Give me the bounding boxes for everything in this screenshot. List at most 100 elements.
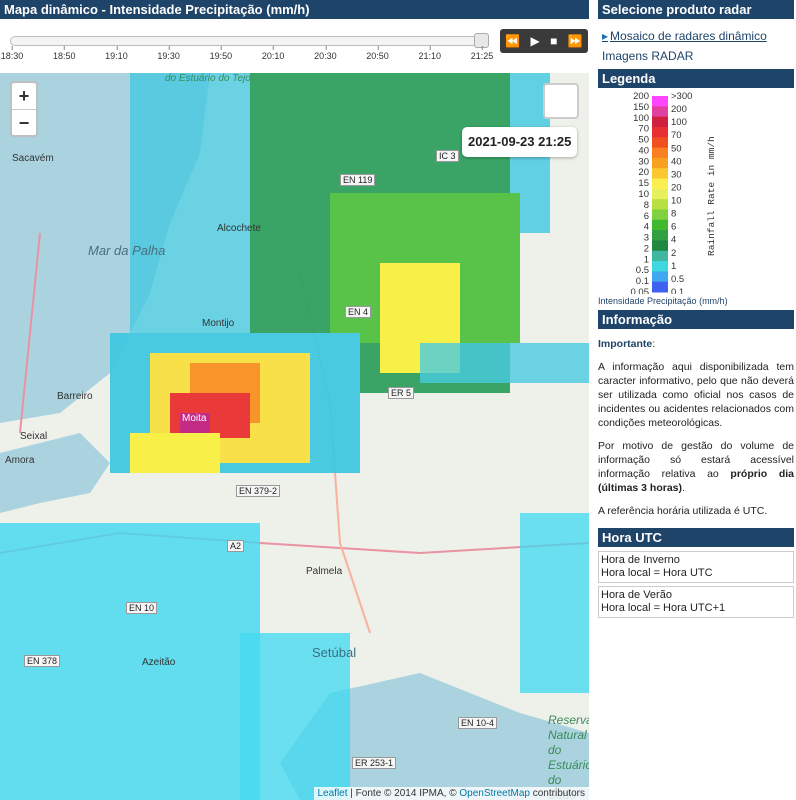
legend-color-swatch bbox=[652, 96, 668, 107]
legend-color-swatch bbox=[652, 281, 668, 293]
timeline-tick: 21:10 bbox=[418, 46, 442, 61]
legend-color-swatch bbox=[652, 188, 668, 200]
legend-color-swatch bbox=[652, 157, 668, 169]
timeline-ticks: 18:30 18:50 19:10 19:30 19:50 20:10 20:30 20:50… bbox=[0, 46, 500, 71]
place-label: Setúbal bbox=[312, 645, 357, 660]
product-link-mosaic[interactable]: Mosaico de radares dinâmico bbox=[602, 29, 790, 43]
legend-right-label: 1 bbox=[671, 261, 676, 272]
stop-icon[interactable]: ■ bbox=[550, 34, 557, 48]
info-important: Importante bbox=[598, 338, 653, 350]
timeline-tick: 18:30 bbox=[0, 46, 24, 61]
legend-left-label: 2 bbox=[644, 243, 649, 254]
place-label: Azeitão bbox=[142, 657, 176, 668]
product-section-title: Selecione produto radar bbox=[598, 0, 794, 19]
legend-left-label: 6 bbox=[644, 211, 649, 222]
place-label: do Estuário do Tejo bbox=[165, 73, 251, 84]
product-link-radar-images[interactable]: Imagens RADAR bbox=[602, 49, 790, 63]
legend-color-swatch bbox=[652, 168, 668, 180]
info-text: Importante: A informação aqui disponibil… bbox=[598, 338, 794, 517]
legend-color-swatch bbox=[652, 147, 668, 159]
road-label: EN 4 bbox=[345, 306, 372, 318]
legend-left-label: 20 bbox=[638, 167, 649, 178]
zoom-control: + − bbox=[10, 81, 38, 137]
timeline-tick: 20:30 bbox=[314, 46, 337, 61]
legend-right-label: 40 bbox=[671, 156, 682, 167]
legend-color-swatch bbox=[652, 199, 668, 210]
place-label: Moita bbox=[182, 413, 207, 424]
legend-right-label: 0.5 bbox=[671, 274, 684, 285]
timeline-tick: 20:10 bbox=[261, 46, 285, 61]
road-label: A2 bbox=[227, 540, 245, 552]
road-label: IC 3 bbox=[436, 150, 459, 162]
leaflet-link[interactable]: Leaflet bbox=[318, 788, 348, 799]
legend-left-label: 40 bbox=[638, 145, 649, 156]
info-p3: A referência horária utilizada é UTC. bbox=[598, 505, 768, 517]
timeline-tick: 21:25 bbox=[470, 46, 494, 61]
legend-color-swatch bbox=[652, 126, 668, 138]
place-label: Sacavém bbox=[12, 153, 54, 164]
fullscreen-button[interactable] bbox=[543, 83, 579, 119]
legend-right-label: 4 bbox=[671, 235, 676, 246]
map-title: Mapa dinâmico - Intensidade Precipitação… bbox=[0, 0, 589, 19]
road-label: EN 10-4 bbox=[458, 717, 498, 729]
road-label: EN 379-2 bbox=[236, 485, 281, 497]
map-timestamp: 2021-09-23 21:25 bbox=[462, 127, 578, 157]
road-label: ER 253-1 bbox=[352, 757, 397, 769]
place-label: Montijo bbox=[202, 318, 235, 329]
legend-left-label: 0.5 bbox=[636, 265, 649, 276]
legend-right-label: 50 bbox=[671, 143, 682, 154]
legend-color-swatch bbox=[652, 240, 668, 252]
timeline-tick: 19:30 bbox=[157, 46, 180, 61]
info-p2: Por motivo de gestão do volume de inform… bbox=[598, 440, 794, 494]
legend-color-swatch bbox=[652, 178, 668, 190]
play-icon[interactable]: ▶ bbox=[531, 34, 540, 48]
legend-left-label: 4 bbox=[644, 222, 649, 233]
utc-summer: Hora de Verão Hora local = Hora UTC+1 bbox=[598, 586, 794, 618]
timeline-track[interactable] bbox=[10, 36, 488, 46]
osm-link[interactable]: OpenStreetMap bbox=[459, 788, 530, 799]
legend-left-label: 0.1 bbox=[636, 276, 649, 287]
radar-map[interactable]: + − 2021-09-23 21:25 Sacavém Mar da Palh… bbox=[0, 73, 589, 800]
legend-left-label: 1 bbox=[644, 254, 649, 265]
place-label: Alcochete bbox=[217, 223, 261, 234]
legend-right-label: 100 bbox=[671, 117, 687, 128]
legend-left-label: 10 bbox=[638, 189, 649, 200]
place-label: Amora bbox=[5, 455, 35, 466]
road-label: EN 119 bbox=[340, 174, 376, 186]
playback-controls: ⏪ ▶ ■ ⏩ bbox=[500, 29, 588, 53]
timeline-tick: 19:10 bbox=[105, 46, 128, 61]
legend-right-label: 70 bbox=[671, 130, 682, 141]
legend-right-label: 10 bbox=[671, 196, 682, 207]
legend-left-label: 8 bbox=[644, 200, 649, 211]
place-label: Seixal bbox=[20, 431, 48, 442]
legend-left-label: 3 bbox=[644, 233, 649, 244]
legend-right-label: >300 bbox=[671, 91, 692, 102]
zoom-out-button[interactable]: − bbox=[12, 109, 36, 135]
legend-right-label: 8 bbox=[671, 209, 676, 220]
legend-left-label: 150 bbox=[633, 102, 649, 113]
legend-color-swatch bbox=[652, 116, 668, 128]
road-label: EN 10 bbox=[126, 602, 158, 614]
legend: 200 150 100 70 50 40 30 20 15 10 8 6 4 3 2 1 0.5 0.1 0.05 >… bbox=[598, 88, 794, 310]
legend-color-swatch bbox=[652, 209, 668, 221]
utc-winter: Hora de Inverno Hora local = Hora UTC bbox=[598, 551, 794, 583]
legend-axis-label: Rainfall Rate in mm/h bbox=[706, 136, 717, 256]
legend-color-swatch bbox=[652, 261, 668, 272]
side-panel: Selecione produto radar Mosaico de radar… bbox=[598, 0, 794, 800]
legend-left-label: 15 bbox=[638, 178, 649, 189]
product-list: Mosaico de radares dinâmico Imagens RADA… bbox=[598, 19, 794, 63]
zoom-in-button[interactable]: + bbox=[12, 83, 36, 109]
legend-left-label: 0.05 bbox=[631, 287, 650, 294]
timeline-tick: 20:50 bbox=[366, 46, 389, 61]
road-label: ER 5 bbox=[388, 387, 415, 399]
rewind-icon[interactable]: ⏪ bbox=[505, 34, 520, 48]
legend-left-label: 70 bbox=[638, 124, 649, 135]
place-label: Mar da Palha bbox=[88, 243, 166, 258]
legend-caption: Intensidade Precipitação (mm/h) bbox=[598, 296, 728, 306]
forward-icon[interactable]: ⏩ bbox=[568, 34, 583, 48]
timeline[interactable]: 18:30 18:50 19:10 19:30 19:50 20:10 20:30 20:50… bbox=[0, 27, 589, 71]
map-attribution: Leaflet | Fonte © 2014 IPMA, © OpenStree… bbox=[313, 787, 589, 800]
legend-right-label: 6 bbox=[671, 222, 676, 233]
map-panel: Mapa dinâmico - Intensidade Precipitação… bbox=[0, 0, 589, 800]
legend-right-label: 20 bbox=[671, 182, 682, 193]
